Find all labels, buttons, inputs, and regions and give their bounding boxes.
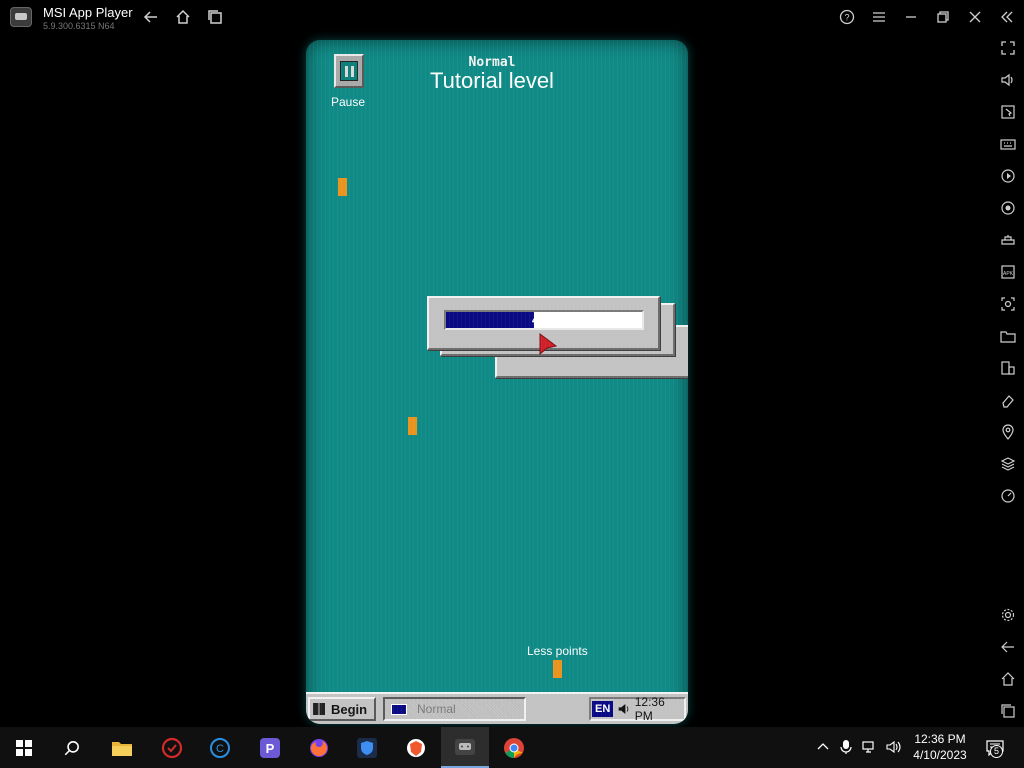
falling-block	[553, 660, 562, 678]
emulator-title-bar: MSI App Player 5.9.300.6315 N64 ?	[0, 0, 1024, 33]
folder-icon[interactable]	[998, 326, 1018, 346]
screenshot-icon[interactable]	[998, 294, 1018, 314]
settings-gear-icon[interactable]	[998, 605, 1018, 625]
antivirus-icon[interactable]	[148, 727, 196, 768]
task-label: Normal	[417, 702, 456, 716]
search-icon[interactable]	[48, 727, 96, 768]
gamepad-icon[interactable]	[998, 230, 1018, 250]
eraser-icon[interactable]	[998, 390, 1018, 410]
microphone-icon[interactable]	[838, 739, 854, 755]
close-icon[interactable]	[964, 6, 986, 28]
begin-label: Begin	[331, 701, 368, 717]
notification-count-badge: 5	[990, 745, 1003, 758]
svg-text:APK: APK	[1003, 271, 1014, 277]
menu-icon[interactable]	[868, 6, 890, 28]
fullscreen-icon[interactable]	[998, 38, 1018, 58]
svg-text:P: P	[266, 741, 275, 756]
system-time: 12:36 PM	[914, 732, 966, 746]
back-arrow-icon[interactable]	[140, 6, 162, 28]
volume-tray-icon[interactable]	[886, 739, 902, 755]
minimize-icon[interactable]	[900, 6, 922, 28]
brave-icon[interactable]	[392, 727, 440, 768]
msi-app-player-icon[interactable]	[441, 727, 489, 768]
start-icon[interactable]	[0, 727, 48, 768]
layers-icon[interactable]	[998, 454, 1018, 474]
recent-apps-icon[interactable]	[204, 6, 226, 28]
restore-icon[interactable]	[932, 6, 954, 28]
firefox-icon[interactable]	[295, 727, 343, 768]
p-app-icon[interactable]: P	[246, 727, 294, 768]
location-icon[interactable]	[998, 422, 1018, 442]
pointer-icon[interactable]	[998, 102, 1018, 122]
network-icon[interactable]	[862, 739, 878, 755]
apk-install-icon[interactable]: APK	[998, 262, 1018, 282]
record-icon[interactable]	[998, 198, 1018, 218]
sidebar-back-icon[interactable]	[998, 637, 1018, 657]
falling-block	[338, 178, 347, 196]
chevron-up-icon[interactable]	[815, 739, 831, 755]
volume-icon[interactable]	[998, 70, 1018, 90]
notification-center-icon[interactable]: 5	[984, 738, 1006, 758]
begin-logo-icon	[313, 703, 325, 715]
system-clock[interactable]: 12:36 PM 4/10/2023	[905, 731, 975, 763]
begin-button[interactable]: Begin	[308, 697, 376, 721]
keyboard-icon[interactable]	[998, 134, 1018, 154]
macro-icon[interactable]	[998, 166, 1018, 186]
collapse-sidebar-icon[interactable]	[996, 6, 1018, 28]
vpn-shield-icon[interactable]	[343, 727, 391, 768]
level-title: Tutorial level	[430, 68, 554, 93]
game-clock: 12:36 PM	[634, 695, 665, 723]
sidebar-home-icon[interactable]	[998, 669, 1018, 689]
windows-taskbar: C P 12:36 PM 4/10/2023 5	[0, 727, 1024, 768]
eco-mode-icon[interactable]	[998, 486, 1018, 506]
help-icon[interactable]: ?	[836, 6, 858, 28]
svg-text:?: ?	[844, 13, 849, 23]
emulator-version: 5.9.300.6315 N64	[43, 21, 115, 31]
emulator-sidebar: APK	[992, 33, 1024, 727]
window-icon	[391, 703, 407, 715]
falling-block	[408, 417, 417, 435]
sidebar-recents-icon[interactable]	[998, 701, 1018, 721]
emulator-title: MSI App Player	[43, 5, 133, 20]
home-icon[interactable]	[172, 6, 194, 28]
taskbar-window-normal[interactable]: Normal	[383, 697, 526, 721]
system-date: 4/10/2023	[913, 748, 967, 762]
progress-bar: 45%	[444, 310, 644, 330]
file-explorer-icon[interactable]	[98, 727, 146, 768]
speaker-icon[interactable]	[617, 702, 630, 716]
svg-text:C: C	[216, 743, 224, 755]
red-cursor-icon	[539, 333, 558, 356]
game-system-tray: EN 12:36 PM	[589, 695, 686, 723]
language-indicator[interactable]: EN	[592, 701, 614, 717]
game-taskbar: Begin Normal EN 12:36 PM	[306, 692, 688, 724]
game-screen[interactable]: Pause Normal Tutorial level 45% Less poi…	[306, 40, 688, 724]
pause-label: Pause	[331, 95, 366, 109]
msi-app-player-logo-icon	[10, 7, 32, 27]
ccleaner-icon[interactable]: C	[196, 727, 244, 768]
multi-instance-icon[interactable]	[998, 358, 1018, 378]
chrome-icon[interactable]	[490, 727, 538, 768]
progress-percent: 45%	[531, 313, 557, 327]
less-points-label: Less points	[527, 644, 588, 658]
